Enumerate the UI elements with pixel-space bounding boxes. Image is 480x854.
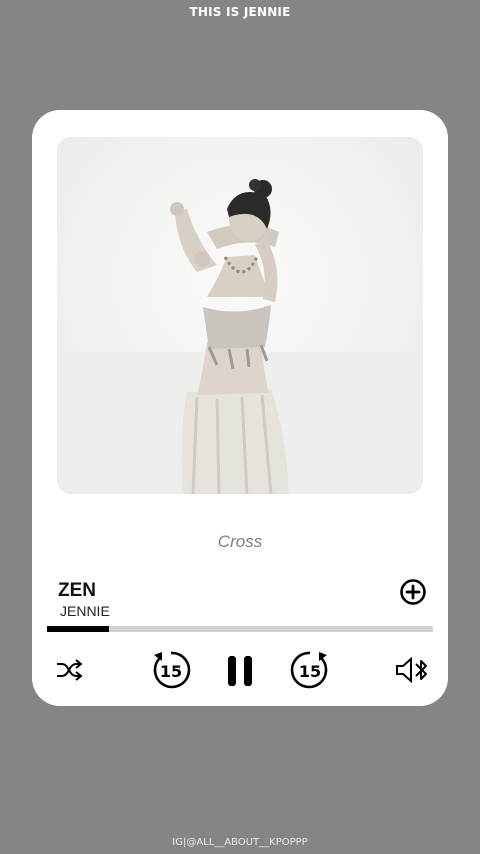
forward-seconds-label: 15: [299, 662, 321, 681]
track-artist: JENNIE: [60, 603, 110, 619]
add-circle-icon: [400, 579, 426, 605]
pause-icon: [228, 656, 252, 686]
shuffle-icon: [57, 659, 83, 681]
album-art: [57, 137, 423, 494]
track-title: ZEN: [58, 580, 96, 601]
lyric-line: Cross: [217, 532, 263, 551]
playlist-title: THIS IS JENNIE: [189, 5, 291, 19]
forward-15-icon: 15: [290, 651, 328, 689]
progress-fill: [47, 626, 109, 632]
audio-output-button[interactable]: [394, 655, 430, 685]
forward-15-button[interactable]: 15: [288, 648, 332, 692]
album-art-image: [57, 137, 423, 494]
speaker-bluetooth-icon: [396, 656, 427, 684]
progress-bar[interactable]: [47, 626, 433, 632]
rewind-15-icon: 15: [153, 651, 191, 689]
rewind-seconds-label: 15: [160, 662, 182, 681]
shuffle-button[interactable]: [54, 656, 84, 684]
player-card: Cross ZEN JENNIE 15 15: [32, 110, 448, 706]
rewind-15-button[interactable]: 15: [149, 648, 193, 692]
pause-button[interactable]: [224, 653, 256, 689]
credit-watermark: IG|@ALL__ABOUT__KPOPPP: [172, 837, 308, 848]
add-button[interactable]: [399, 578, 427, 606]
